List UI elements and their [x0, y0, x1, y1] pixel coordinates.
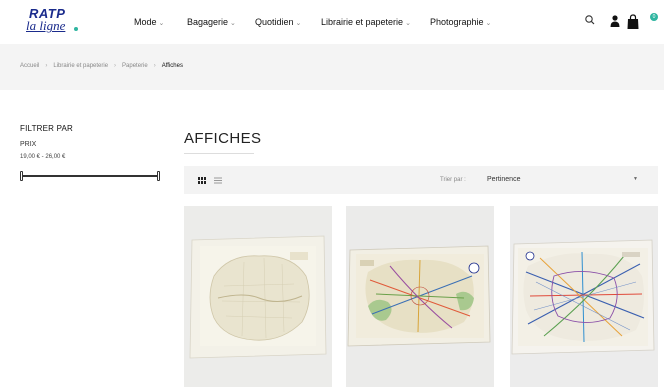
page-title: AFFICHES [184, 130, 262, 147]
chevron-down-icon: ⌄ [295, 20, 302, 27]
nav-item-mode[interactable]: Mode ⌄ [134, 17, 164, 29]
nav-item-photographie[interactable]: Photographie ⌄ [430, 17, 491, 29]
cart-count-badge: 0 [650, 13, 658, 21]
slider-handle-max[interactable] [157, 171, 160, 181]
breadcrumb-item[interactable]: Papeterie [122, 63, 148, 69]
title-divider [184, 153, 254, 154]
user-icon[interactable] [609, 14, 621, 28]
nav-label: Quotidien [255, 17, 294, 27]
logo-line2: la ligne [26, 18, 66, 33]
filter-title: FILTRER PAR [20, 124, 74, 133]
search-icon[interactable] [584, 14, 596, 26]
nav-label: Photographie [430, 17, 484, 27]
chevron-down-icon: ⌄ [158, 20, 165, 27]
chevron-right-icon: › [153, 63, 156, 69]
chevron-down-icon: ⌄ [485, 20, 492, 27]
product-card[interactable] [184, 206, 332, 387]
product-toolbar: Trier par : Pertinence ▼ [184, 166, 658, 194]
sort-label: Trier par : [440, 177, 466, 183]
breadcrumb: Accueil › Librairie et papeterie › Papeterie… [20, 63, 183, 69]
ratp-logo[interactable]: RATP la ligne [26, 7, 82, 36]
price-slider[interactable] [20, 171, 160, 181]
sort-selected-value: Pertinence [487, 176, 521, 183]
breadcrumb-current: Affiches [161, 63, 183, 69]
product-card[interactable] [510, 206, 658, 387]
sort-select[interactable]: Pertinence ▼ [482, 172, 644, 188]
logo-dot [74, 27, 78, 31]
slider-handle-min[interactable] [20, 171, 23, 181]
chevron-right-icon: › [45, 63, 48, 69]
nav-label: Bagagerie [187, 17, 229, 27]
product-card[interactable] [346, 206, 494, 387]
site-header: RATP la ligne Mode ⌄ Bagagerie ⌄ Quotidien… [0, 0, 664, 44]
chevron-right-icon: › [114, 63, 117, 69]
nav-label: Librairie et papeterie [321, 17, 404, 27]
list-view-icon[interactable] [214, 177, 222, 184]
paris-metro-network-map-poster [510, 206, 658, 387]
vintage-paris-street-map-poster [184, 206, 332, 387]
slider-track [22, 175, 158, 177]
breadcrumb-item[interactable]: Accueil [20, 63, 39, 69]
grid-view-icon[interactable] [198, 177, 206, 184]
breadcrumb-item[interactable]: Librairie et papeterie [53, 63, 108, 69]
nav-item-bagagerie[interactable]: Bagagerie ⌄ [187, 17, 236, 29]
price-filter-label: PRIX [20, 141, 37, 148]
shopping-bag-icon[interactable] [626, 14, 640, 30]
nav-item-librairie[interactable]: Librairie et papeterie ⌄ [321, 17, 411, 29]
chevron-down-icon: ⌄ [405, 20, 411, 27]
chevron-down-icon: ⌄ [230, 20, 236, 27]
nav-label: Mode [134, 17, 157, 27]
price-range-value: 19,00 € - 26,00 € [20, 154, 66, 160]
colored-paris-metro-map-poster [346, 206, 494, 387]
breadcrumb-bar: Accueil › Librairie et papeterie › Papeterie… [0, 44, 664, 90]
nav-item-quotidien[interactable]: Quotidien ⌄ [255, 17, 301, 29]
caret-down-icon: ▼ [633, 176, 638, 182]
